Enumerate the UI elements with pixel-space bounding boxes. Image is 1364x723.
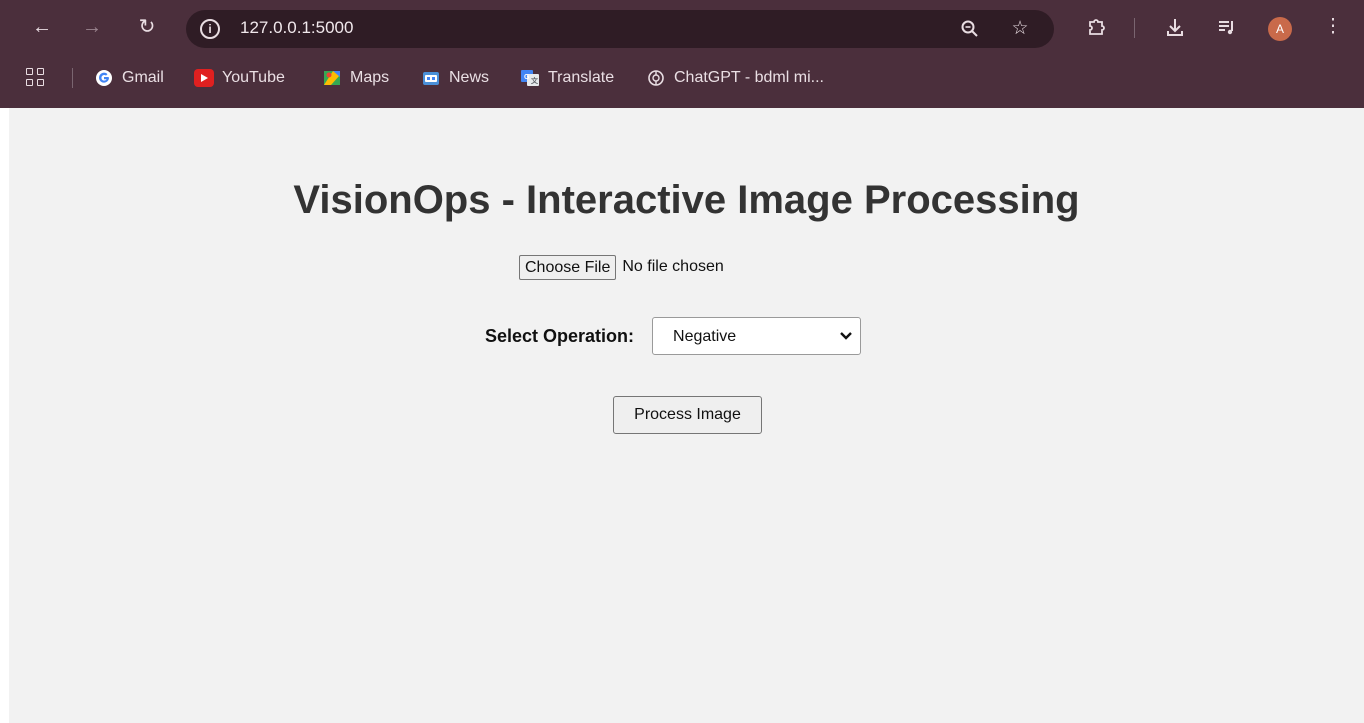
bookmark-news[interactable]: News (421, 66, 489, 90)
gmail-icon (94, 69, 114, 87)
bookmark-maps[interactable]: Maps (322, 66, 389, 90)
site-info-icon[interactable]: i (200, 19, 220, 39)
media-queue-icon[interactable] (1212, 12, 1242, 42)
svg-text:G: G (524, 74, 530, 81)
bookmarks-divider (72, 68, 73, 88)
forward-arrow-icon[interactable]: → (77, 12, 107, 42)
download-icon[interactable] (1160, 12, 1190, 42)
bookmarks-bar: Gmail YouTube Maps News G文 Translate Cha… (0, 60, 1364, 96)
url-text[interactable]: 127.0.0.1:5000 (240, 18, 353, 38)
toolbar-divider (1134, 18, 1135, 38)
back-arrow-icon[interactable]: ← (27, 12, 57, 42)
svg-text:文: 文 (531, 76, 539, 85)
bookmark-gmail[interactable]: Gmail (94, 66, 164, 90)
page-content: VisionOps - Interactive Image Processing… (9, 108, 1364, 723)
chatgpt-icon (646, 69, 666, 87)
address-bar[interactable]: i 127.0.0.1:5000 ☆ (186, 10, 1054, 48)
choose-file-button[interactable]: Choose File (519, 254, 617, 280)
translate-icon: G文 (520, 69, 540, 87)
bookmark-chatgpt[interactable]: ChatGPT - bdml mi... (646, 66, 824, 90)
extensions-puzzle-icon[interactable] (1082, 12, 1112, 42)
youtube-icon (194, 69, 214, 87)
operation-select[interactable]: Negative (652, 317, 862, 355)
reload-icon[interactable]: ↻ (132, 12, 162, 42)
news-icon (421, 69, 441, 87)
process-image-button[interactable]: Process Image (613, 396, 762, 434)
chevron-down-icon (840, 332, 852, 340)
page-title: VisionOps - Interactive Image Processing (293, 178, 1080, 222)
file-upload-row: Choose File No file chosen (519, 254, 724, 280)
operation-row: Select Operation: Negative (485, 317, 862, 355)
browser-toolbar: ← → ↻ i 127.0.0.1:5000 ☆ A ⋮ (0, 8, 1364, 48)
operation-label: Select Operation: (485, 325, 635, 346)
file-status-text: No file chosen (622, 258, 724, 275)
maps-icon (322, 69, 342, 87)
zoom-icon[interactable] (956, 15, 984, 43)
more-menu-icon[interactable]: ⋮ (1318, 12, 1348, 42)
bookmark-star-icon[interactable]: ☆ (1006, 15, 1034, 43)
profile-avatar[interactable]: A (1268, 17, 1292, 41)
operation-selected-value: Negative (673, 328, 737, 345)
bookmark-youtube[interactable]: YouTube (194, 66, 285, 90)
bookmark-translate[interactable]: G文 Translate (520, 66, 614, 90)
browser-chrome: ← → ↻ i 127.0.0.1:5000 ☆ A ⋮ Gmail YouTu… (0, 0, 1364, 108)
apps-grid-icon[interactable] (26, 68, 46, 88)
